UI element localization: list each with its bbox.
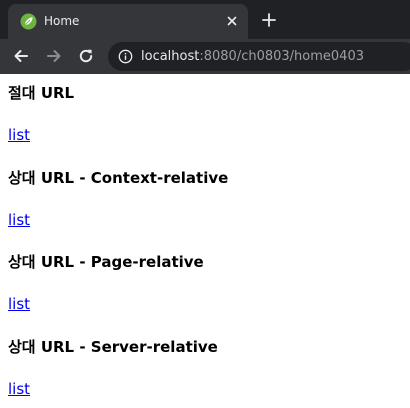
heading-context-relative: 상대 URL - Context-relative xyxy=(8,169,229,187)
url-text: localhost:8080/ch0803/home0403 xyxy=(141,48,364,65)
browser-chrome: Home localhost:8080/ch0803/home0403 xyxy=(0,0,410,74)
url-host: localhost xyxy=(141,49,200,64)
list-link-server-relative[interactable]: list xyxy=(8,379,30,399)
back-icon[interactable] xyxy=(12,47,30,65)
spring-leaf-icon xyxy=(20,13,37,30)
tab-home[interactable]: Home xyxy=(8,4,248,39)
close-icon[interactable] xyxy=(224,13,240,29)
info-icon[interactable] xyxy=(118,49,133,64)
reload-icon[interactable] xyxy=(77,47,95,65)
list-link-absolute[interactable]: list xyxy=(8,125,30,145)
new-tab-icon[interactable] xyxy=(260,11,278,29)
address-bar[interactable]: localhost:8080/ch0803/home0403 xyxy=(108,42,410,71)
list-link-page-relative[interactable]: list xyxy=(8,294,30,314)
url-path: :8080/ch0803/home0403 xyxy=(199,49,364,64)
heading-server-relative: 상대 URL - Server-relative xyxy=(8,338,218,356)
forward-icon[interactable] xyxy=(45,47,63,65)
heading-page-relative: 상대 URL - Page-relative xyxy=(8,253,204,271)
toolbar: localhost:8080/ch0803/home0403 xyxy=(0,39,410,74)
tab-strip: Home xyxy=(0,0,410,39)
heading-absolute-url: 절대 URL xyxy=(8,84,75,102)
page-content: 절대 URL list 상대 URL - Context-relative li… xyxy=(0,74,410,408)
list-link-context-relative[interactable]: list xyxy=(8,210,30,230)
tab-title: Home xyxy=(44,14,80,28)
